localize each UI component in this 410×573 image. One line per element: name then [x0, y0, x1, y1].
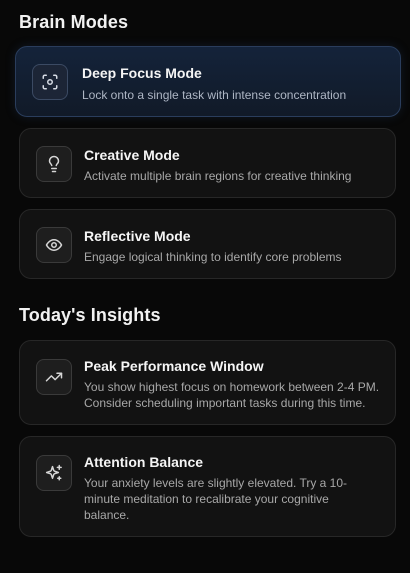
sparkles-icon [36, 455, 72, 491]
insight-description-line: minute meditation to recalibrate your co… [84, 492, 329, 506]
insight-description-line: Consider scheduling important tasks duri… [84, 396, 366, 410]
insight-description-line: Your anxiety levels are slightly elevate… [84, 476, 348, 490]
brain-modes-screen: Brain Modes Deep Focus Mode Lock onto a … [0, 0, 410, 573]
insight-card-peak-performance: Peak Performance Window You show highest… [19, 340, 396, 425]
insight-description: You show highest focus on homework betwe… [84, 379, 389, 411]
insight-card-attention-balance: Attention Balance Your anxiety levels ar… [19, 436, 396, 537]
lightbulb-icon [36, 146, 72, 182]
mode-card-creative[interactable]: Creative Mode Activate multiple brain re… [19, 128, 396, 198]
focus-scan-icon [32, 64, 68, 100]
mode-description: Activate multiple brain regions for crea… [84, 169, 352, 183]
mode-description: Engage logical thinking to identify core… [84, 250, 342, 264]
trending-up-icon [36, 359, 72, 395]
insight-description-line: balance. [84, 508, 130, 522]
mode-title: Deep Focus Mode [82, 65, 202, 81]
brain-modes-heading: Brain Modes [19, 12, 129, 32]
eye-icon [36, 227, 72, 263]
insights-heading: Today's Insights [19, 305, 161, 325]
insight-description: Your anxiety levels are slightly elevate… [84, 475, 384, 523]
mode-card-deep-focus[interactable]: Deep Focus Mode Lock onto a single task … [15, 46, 401, 117]
insight-title: Peak Performance Window [84, 358, 264, 374]
insight-title: Attention Balance [84, 454, 204, 470]
mode-title: Creative Mode [84, 147, 180, 163]
mode-description: Lock onto a single task with intense con… [82, 88, 347, 102]
insight-description-line: You show highest focus on homework betwe… [84, 380, 380, 394]
mode-card-reflective[interactable]: Reflective Mode Engage logical thinking … [19, 209, 396, 279]
mode-title: Reflective Mode [84, 228, 191, 244]
